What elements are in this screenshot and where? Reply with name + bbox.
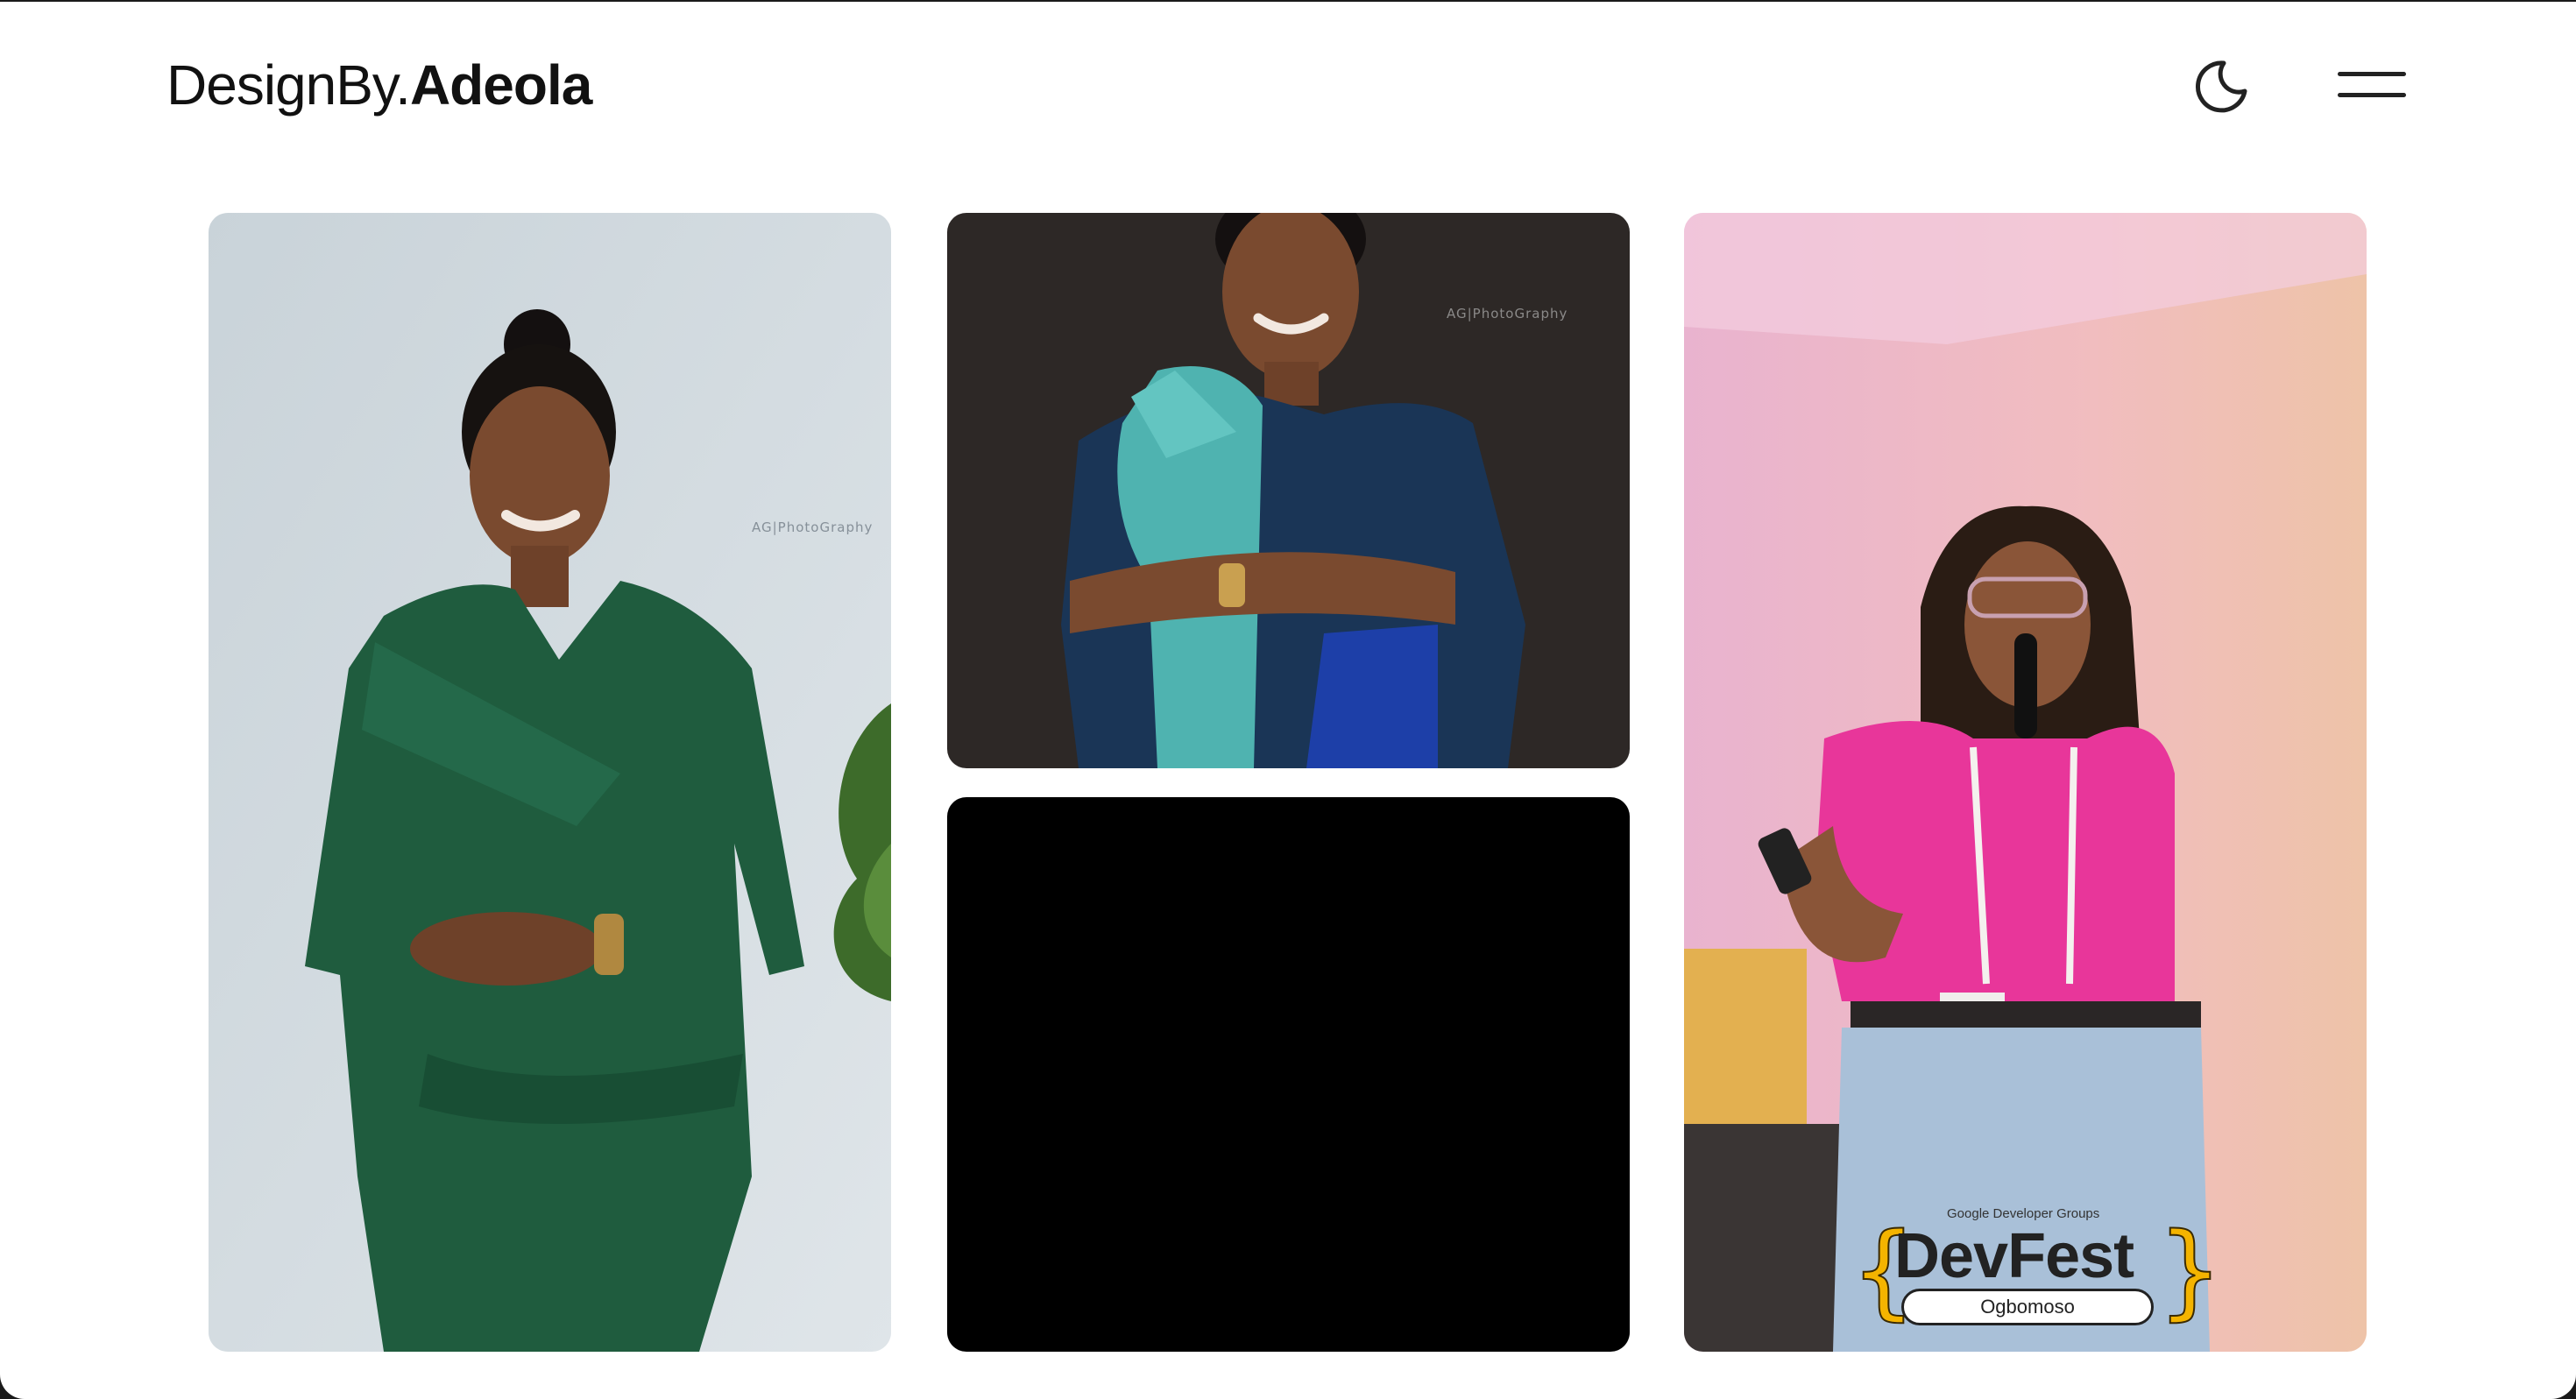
page: DesignBy.Adeola AG|PhotoGraphy AG|PhotoG…: [0, 2, 2576, 1399]
devfest-title: DevFest: [1894, 1221, 2134, 1291]
moon-icon: [2196, 60, 2247, 113]
gallery-photo-devfest-speaker[interactable]: Google Developer Groups { DevFest } Ogbo…: [1684, 213, 2367, 1352]
logo-prefix: DesignBy.: [166, 53, 411, 117]
devfest-location: Ogbomoso: [1901, 1289, 2154, 1325]
gallery-media-placeholder[interactable]: [947, 797, 1630, 1352]
devfest-group-label: Google Developer Groups: [1947, 1206, 2100, 1221]
logo-name: Adeola: [409, 53, 592, 117]
photo-watermark: AG|PhotoGraphy: [752, 519, 874, 535]
gallery-photo-green-outfit[interactable]: AG|PhotoGraphy: [209, 213, 891, 1352]
photo-watermark: AG|PhotoGraphy: [1447, 306, 1568, 321]
hamburger-menu-icon: [2338, 72, 2406, 76]
devfest-brace-right: }: [2156, 1210, 2224, 1331]
gallery-photo-navy-outfit[interactable]: AG|PhotoGraphy: [947, 213, 1630, 768]
site-logo[interactable]: DesignBy.Adeola: [166, 53, 592, 117]
hamburger-line: [2338, 93, 2406, 97]
menu-button[interactable]: [2334, 65, 2408, 107]
devfest-badge: Google Developer Groups { DevFest } Ogbo…: [1850, 1203, 2224, 1334]
theme-toggle-button[interactable]: [2194, 58, 2250, 114]
